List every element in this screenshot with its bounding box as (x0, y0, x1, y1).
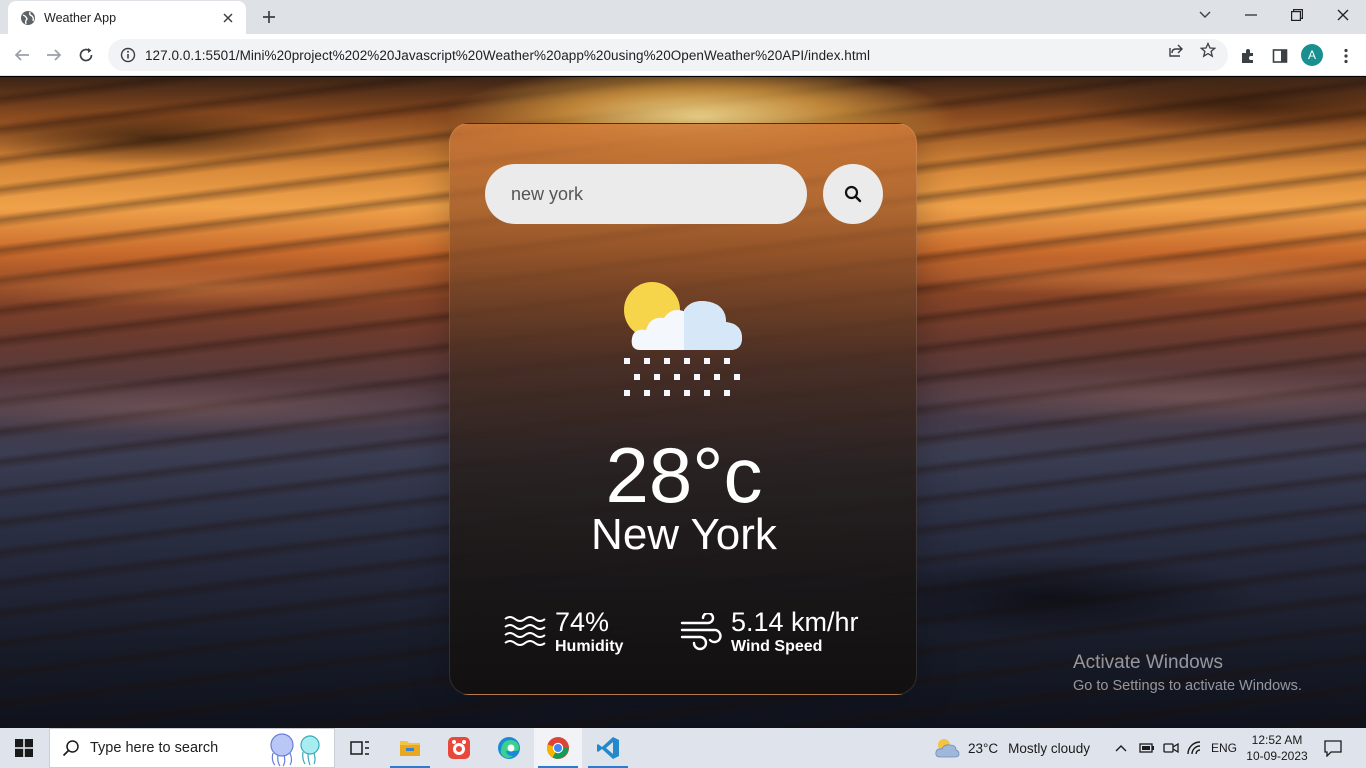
wind-speed-label: Wind Speed (731, 638, 823, 655)
weather-widget-temp: 23°C (968, 740, 999, 756)
more-menu-icon[interactable] (1336, 46, 1356, 66)
extensions-puzzle-icon[interactable] (1238, 46, 1258, 66)
jellyfish-search-highlight-icon (270, 733, 320, 767)
humidity-waves-icon (504, 616, 546, 646)
watermark-title: Activate Windows (1073, 652, 1223, 673)
restore-button[interactable] (1274, 0, 1320, 30)
weather-widget-text: Mostly cloudy (1008, 740, 1090, 756)
clock-time: 12:52 AM (1251, 733, 1303, 747)
notification-icon (1324, 740, 1342, 757)
cloudy-sun-icon (935, 739, 960, 758)
start-button[interactable] (0, 728, 48, 768)
vscode-button[interactable] (584, 728, 632, 768)
tab-search-chevron-icon[interactable] (1182, 0, 1228, 30)
chevron-up-icon (1115, 745, 1127, 752)
edge-browser-button[interactable] (485, 728, 533, 768)
bookmark-star-icon[interactable] (1200, 42, 1216, 58)
search-icon (62, 740, 79, 757)
system-clock[interactable]: 12:52 AM 10-09-2023 (1244, 732, 1310, 764)
wind-speed-value: 5.14 km/hr (731, 607, 859, 637)
minimize-button[interactable] (1228, 0, 1274, 30)
city-name: New York (591, 510, 777, 559)
activate-windows-watermark: Activate Windows Go to Settings to activ… (1073, 652, 1302, 694)
search-icon (844, 185, 862, 203)
app-red-button[interactable] (435, 728, 483, 768)
humidity-detail: 74% Humidity (504, 608, 623, 656)
wind-icon (680, 613, 722, 651)
snow-with-sun-icon (624, 282, 742, 396)
new-tab-button[interactable] (258, 6, 280, 28)
reload-button[interactable] (73, 42, 99, 68)
url-text[interactable]: 127.0.0.1:5501/Mini%20project%202%20Java… (145, 48, 870, 63)
share-icon[interactable] (1168, 42, 1184, 58)
back-button[interactable] (9, 42, 35, 68)
windows-logo-icon (15, 739, 33, 757)
file-explorer-button[interactable] (386, 728, 434, 768)
search-input-value: new york (511, 183, 584, 204)
forward-button[interactable] (41, 42, 67, 68)
taskbar-search-box[interactable]: Type here to search (49, 728, 335, 768)
weather-widget[interactable]: 23°C Mostly cloudy (934, 728, 1090, 768)
temperature-value: 28°c (605, 431, 763, 519)
language-indicator[interactable]: ENG (1211, 728, 1237, 768)
browser-toolbar: 127.0.0.1:5501/Mini%20project%202%20Java… (0, 34, 1366, 76)
wifi-icon[interactable] (1187, 728, 1203, 768)
meet-now-icon[interactable] (1163, 728, 1179, 768)
address-bar[interactable]: 127.0.0.1:5501/Mini%20project%202%20Java… (108, 39, 1228, 71)
humidity-value: 74% (555, 607, 610, 637)
globe-icon (21, 10, 35, 25)
humidity-label: Humidity (555, 638, 624, 655)
search-button[interactable] (823, 164, 883, 224)
close-tab-icon[interactable] (220, 10, 236, 26)
taskbar-search-placeholder: Type here to search (90, 740, 219, 756)
vscode-icon (597, 737, 619, 759)
profile-avatar[interactable]: A (1301, 44, 1323, 66)
tab-title: Weather App (44, 10, 117, 25)
browser-titlebar: Weather App (0, 0, 1366, 34)
notification-center-button[interactable] (1324, 728, 1342, 768)
weather-card: new york 28°c New York 74% Humidity 5.14… (449, 123, 917, 695)
battery-icon[interactable] (1139, 728, 1155, 768)
show-hidden-icons-button[interactable] (1115, 728, 1127, 768)
windows-taskbar: Type here to search 23°C Mostly cloudy E… (0, 728, 1366, 768)
task-view-icon (350, 741, 369, 755)
watermark-subtitle: Go to Settings to activate Windows. (1073, 678, 1302, 694)
side-panel-icon[interactable] (1270, 46, 1290, 66)
clock-date: 10-09-2023 (1246, 749, 1308, 763)
red-app-icon (448, 737, 470, 759)
browser-tab-weather-app[interactable]: Weather App (8, 1, 246, 34)
chrome-icon (546, 737, 569, 759)
page-background: new york 28°c New York 74% Humidity 5.14… (0, 77, 1366, 728)
edge-icon (498, 737, 520, 759)
task-view-button[interactable] (336, 728, 384, 768)
close-window-button[interactable] (1320, 0, 1366, 30)
site-info-icon[interactable] (120, 47, 136, 63)
folder-icon (400, 741, 420, 756)
wind-detail: 5.14 km/hr Wind Speed (680, 608, 859, 656)
city-search-input[interactable]: new york (485, 164, 807, 224)
chrome-browser-button[interactable] (534, 728, 582, 768)
